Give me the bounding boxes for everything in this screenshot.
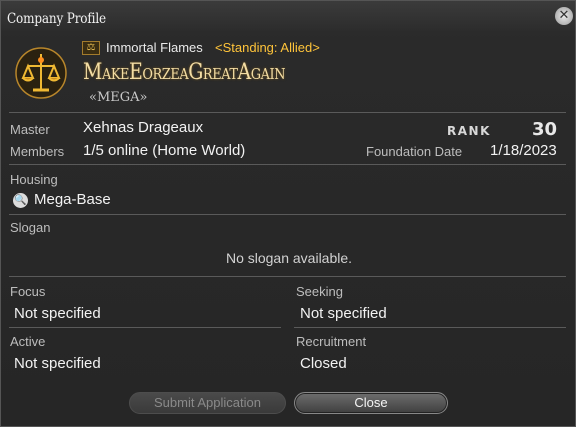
foundation-label: Foundation Date [366, 144, 463, 159]
recruitment-label: Recruitment [296, 334, 367, 349]
seeking-value: Not specified [300, 305, 387, 322]
close-button[interactable]: Close [294, 392, 448, 414]
rank-label: RANK [447, 124, 491, 138]
active-label: Active [10, 334, 46, 349]
divider [9, 214, 566, 215]
company-profile-window: Company Profile ✕ ⚖ Immortal Flames <Sta… [0, 0, 576, 427]
divider [9, 327, 281, 328]
standing-label: <Standing: Allied> [215, 40, 320, 55]
window-title: Company Profile [7, 11, 106, 27]
slogan-text: No slogan available. [225, 250, 353, 266]
master-label: Master [10, 122, 50, 137]
grand-company-icon: ⚖ [82, 41, 100, 55]
recruitment-value: Closed [300, 355, 347, 372]
foundation-value: 1/18/2023 [490, 142, 557, 159]
close-icon[interactable]: ✕ [555, 7, 573, 25]
master-value: Xehnas Drageaux [83, 119, 204, 136]
divider [9, 164, 566, 165]
divider [9, 112, 566, 113]
title-bar[interactable]: Company Profile ✕ [1, 1, 575, 31]
divider [294, 327, 566, 328]
company-tag: «MEGA» [89, 90, 148, 105]
members-label: Members [10, 144, 65, 159]
magnifier-icon[interactable]: 🔍 [13, 193, 28, 208]
focus-value: Not specified [14, 305, 101, 322]
housing-value[interactable]: Mega-Base [34, 191, 111, 208]
company-name: MakeEorzeaGreatAgain [83, 60, 286, 85]
members-value: 1/5 online (Home World) [83, 142, 246, 159]
slogan-label: Slogan [10, 220, 51, 235]
grand-company-name: Immortal Flames [106, 40, 203, 55]
focus-label: Focus [10, 284, 46, 299]
seeking-label: Seeking [296, 284, 343, 299]
housing-label: Housing [10, 172, 58, 187]
active-value: Not specified [14, 355, 101, 372]
company-crest-icon [15, 47, 67, 99]
submit-application-button[interactable]: Submit Application [129, 392, 286, 414]
divider [9, 276, 566, 277]
rank-value: 30 [532, 119, 558, 140]
